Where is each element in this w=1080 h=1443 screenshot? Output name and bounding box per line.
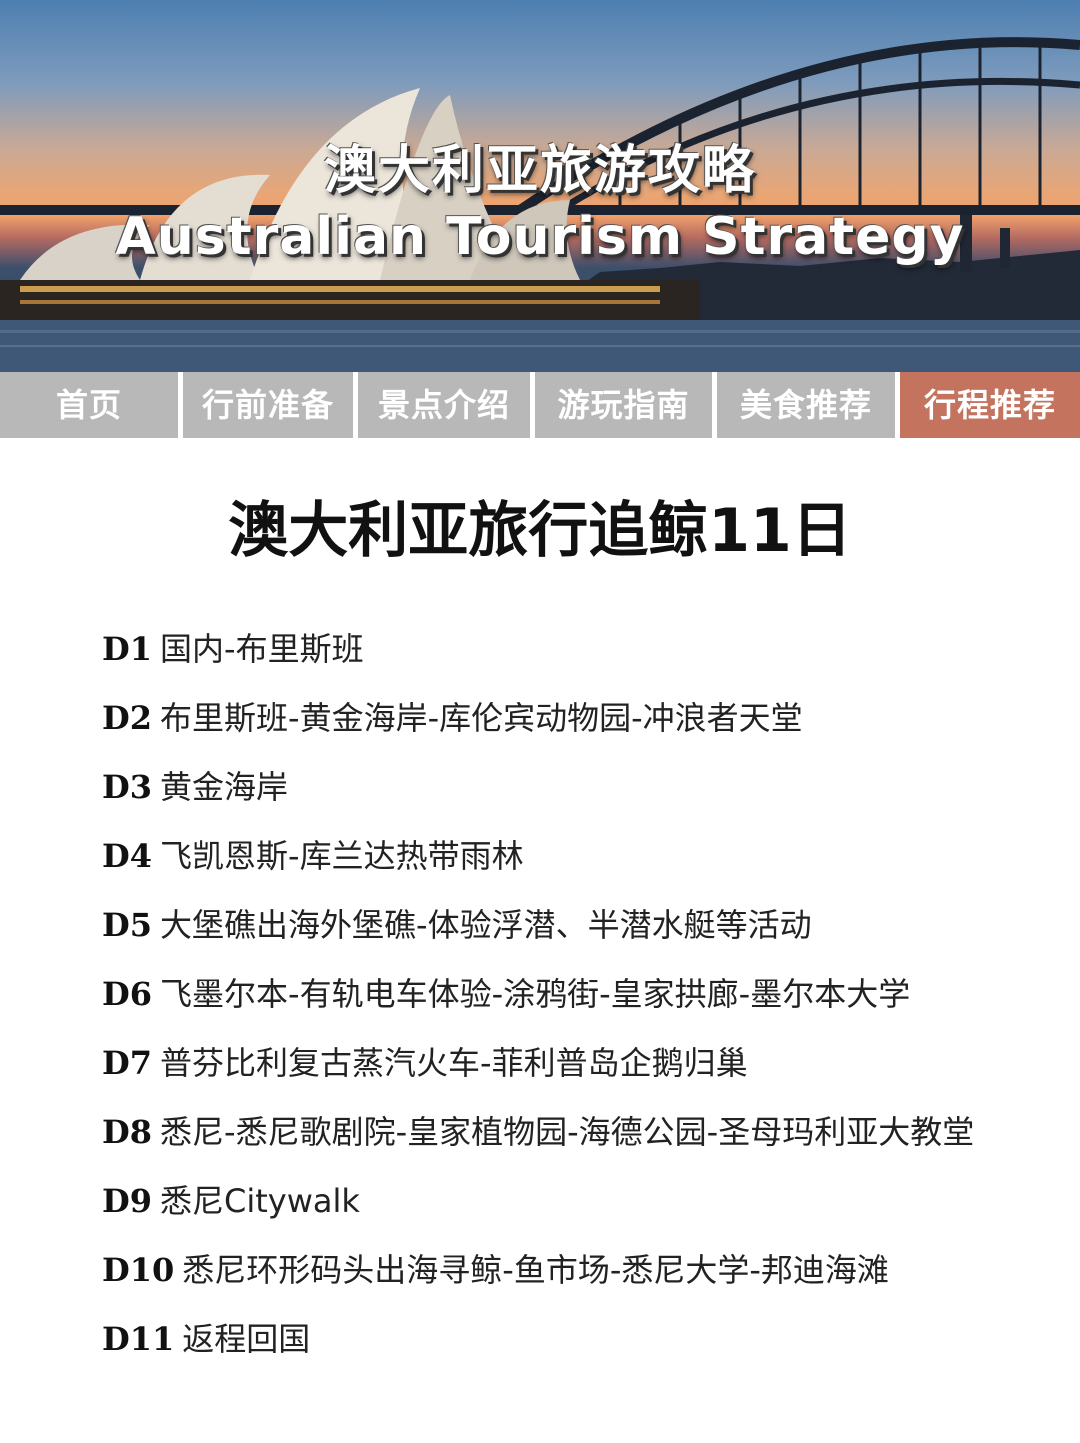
day-text: 悉尼环形码头出海寻鲸-鱼市场-悉尼大学-邦迪海滩	[182, 1251, 889, 1289]
hero-banner: 澳大利亚旅游攻略 Australian Tourism Strategy	[0, 0, 1080, 372]
day-label: D6	[102, 975, 153, 1013]
day-label: D10	[102, 1251, 175, 1289]
tab-preparation[interactable]: 行前准备	[183, 372, 353, 438]
list-item: D11 返程回国	[102, 1305, 982, 1374]
day-text: 返程回国	[182, 1320, 311, 1358]
list-item: D9 悉尼Citywalk	[102, 1167, 982, 1236]
list-item: D2 布里斯班-黄金海岸-库伦宾动物园-冲浪者天堂	[102, 684, 982, 753]
list-item: D6 飞墨尔本-有轨电车体验-涂鸦街-皇家拱廊-墨尔本大学	[102, 960, 982, 1029]
day-text: 国内-布里斯班	[160, 630, 364, 668]
tab-attractions[interactable]: 景点介绍	[358, 372, 530, 438]
hero-title-english: Australian Tourism Strategy	[115, 207, 965, 267]
day-text: 普芬比利复古蒸汽火车-菲利普岛企鹅归巢	[160, 1044, 748, 1082]
tab-home[interactable]: 首页	[0, 372, 178, 438]
nav-bar: 首页 行前准备 景点介绍 游玩指南 美食推荐 行程推荐	[0, 372, 1080, 438]
tab-itinerary[interactable]: 行程推荐	[900, 372, 1080, 438]
day-label: D2	[102, 699, 153, 737]
day-text: 飞墨尔本-有轨电车体验-涂鸦街-皇家拱廊-墨尔本大学	[160, 975, 911, 1013]
itinerary-list: D1 国内-布里斯班 D2 布里斯班-黄金海岸-库伦宾动物园-冲浪者天堂 D3 黄金海…	[102, 615, 982, 1374]
list-item: D1 国内-布里斯班	[102, 615, 982, 684]
page-title: 澳大利亚旅行追鲸11日	[228, 496, 852, 566]
day-text: 悉尼-悉尼歌剧院-皇家植物园-海德公园-圣母玛利亚大教堂	[160, 1113, 975, 1151]
list-item: D7 普芬比利复古蒸汽火车-菲利普岛企鹅归巢	[102, 1029, 982, 1098]
day-text: 飞凯恩斯-库兰达热带雨林	[160, 837, 524, 875]
day-label: D1	[102, 630, 153, 668]
day-text: 黄金海岸	[160, 768, 289, 806]
list-item: D5 大堡礁出海外堡礁-体验浮潜、半潜水艇等活动	[102, 891, 982, 960]
day-label: D3	[102, 768, 153, 806]
day-label: D7	[102, 1044, 153, 1082]
day-label: D5	[102, 906, 153, 944]
list-item: D10 悉尼环形码头出海寻鲸-鱼市场-悉尼大学-邦迪海滩	[102, 1236, 982, 1305]
list-item: D8 悉尼-悉尼歌剧院-皇家植物园-海德公园-圣母玛利亚大教堂	[102, 1098, 982, 1167]
day-label: D9	[102, 1182, 153, 1220]
day-text: 大堡礁出海外堡礁-体验浮潜、半潜水艇等活动	[160, 906, 812, 944]
list-item: D4 飞凯恩斯-库兰达热带雨林	[102, 822, 982, 891]
tab-food[interactable]: 美食推荐	[717, 372, 895, 438]
day-label: D4	[102, 837, 153, 875]
day-label: D11	[102, 1320, 175, 1358]
day-label: D8	[102, 1113, 153, 1151]
day-text: 布里斯班-黄金海岸-库伦宾动物园-冲浪者天堂	[160, 699, 803, 737]
list-item: D3 黄金海岸	[102, 753, 982, 822]
day-text: 悉尼Citywalk	[160, 1182, 360, 1220]
tab-guide[interactable]: 游玩指南	[535, 372, 712, 438]
hero-title-chinese: 澳大利亚旅游攻略	[323, 141, 756, 201]
